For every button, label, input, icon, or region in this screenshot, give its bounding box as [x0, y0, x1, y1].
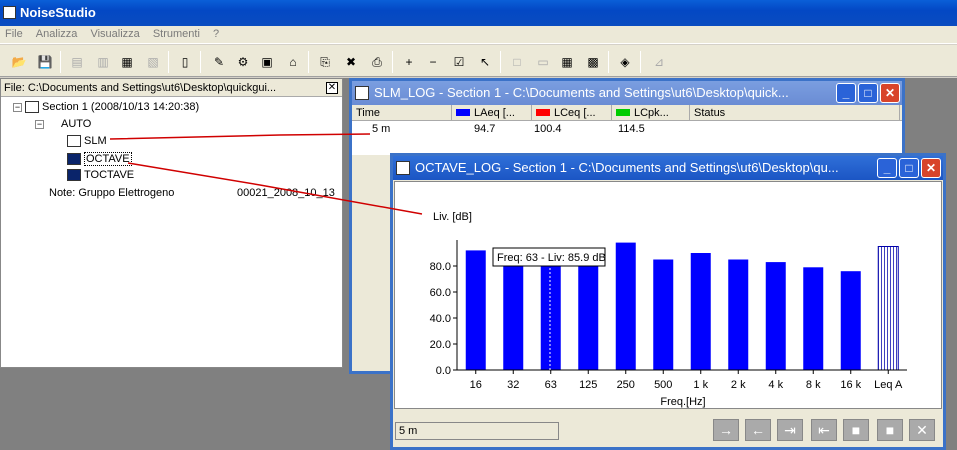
connector-overlay — [109, 133, 423, 215]
slm-connector — [109, 133, 371, 140]
octave-connector — [127, 162, 423, 215]
